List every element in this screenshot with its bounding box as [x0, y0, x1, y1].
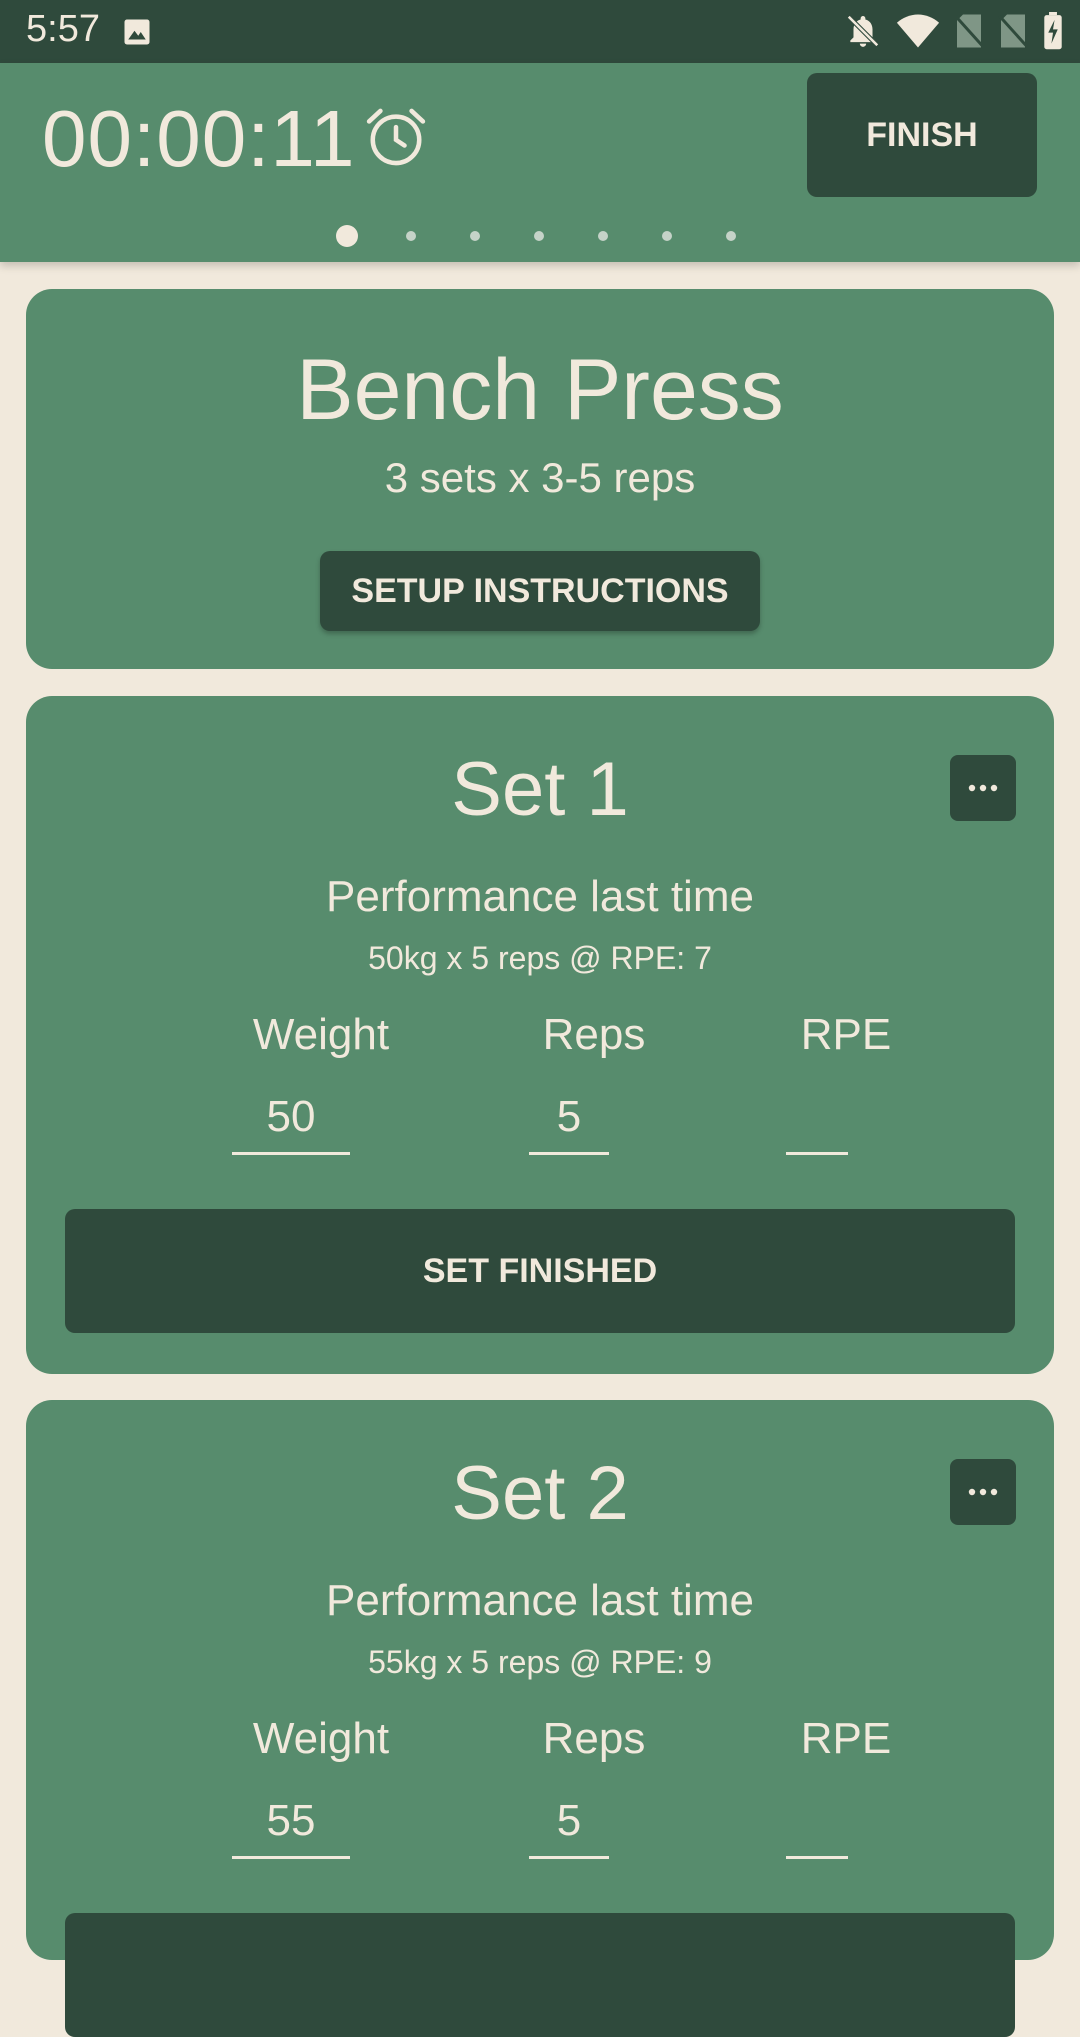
weight-field[interactable]: 55: [232, 1796, 350, 1859]
more-icon: [968, 1488, 998, 1496]
set-options-button[interactable]: [950, 755, 1016, 821]
reps-label: Reps: [542, 1010, 646, 1059]
image-icon: [124, 19, 150, 45]
reps-label: Reps: [542, 1714, 646, 1763]
wifi-icon: [896, 14, 940, 48]
set-title: Set 2: [451, 1451, 629, 1536]
set-card: Set 1 Performance last time 50kg x 5 rep…: [26, 696, 1054, 1374]
performance-value: 50kg x 5 reps @ RPE: 7: [368, 940, 712, 976]
page-dot-active[interactable]: [336, 225, 358, 247]
performance-value: 55kg x 5 reps @ RPE: 9: [368, 1644, 712, 1680]
more-icon: [968, 784, 998, 792]
weight-label: Weight: [252, 1010, 390, 1059]
set-options-button[interactable]: [950, 1459, 1016, 1525]
exercise-card: Bench Press 3 sets x 3-5 reps SETUP INST…: [26, 289, 1054, 669]
setup-instructions-button[interactable]: SETUP INSTRUCTIONS: [320, 551, 760, 631]
page-indicator: [0, 223, 1080, 253]
set-finished-button[interactable]: [65, 1913, 1015, 2037]
finish-workout-button[interactable]: FINISH: [807, 73, 1037, 197]
set-finished-button[interactable]: SET FINISHED: [65, 1209, 1015, 1333]
set-card: Set 2 Performance last time 55kg x 5 rep…: [26, 1400, 1054, 2037]
battery-charging-icon: [1044, 12, 1062, 50]
workout-header: 00:00:11 FINISH: [0, 63, 1080, 262]
reps-field[interactable]: 5: [529, 1796, 609, 1859]
page-dot[interactable]: [470, 231, 480, 241]
notifications-off-icon: [847, 15, 879, 47]
performance-label: Performance last time: [326, 872, 754, 921]
exercise-scheme: 3 sets x 3-5 reps: [384, 454, 696, 501]
status-time: 5:57: [26, 8, 100, 50]
page-dot[interactable]: [534, 231, 544, 241]
rpe-field[interactable]: [786, 1796, 848, 1859]
no-sim-icon: [954, 14, 984, 48]
page-dot[interactable]: [662, 231, 672, 241]
rpe-label: RPE: [800, 1010, 892, 1059]
rpe-field[interactable]: [786, 1092, 848, 1155]
reps-field[interactable]: 5: [529, 1092, 609, 1155]
page-dot[interactable]: [598, 231, 608, 241]
status-bar: 5:57: [0, 0, 1080, 63]
workout-timer: 00:00:11: [42, 94, 356, 183]
page-dot[interactable]: [406, 231, 416, 241]
weight-label: Weight: [252, 1714, 390, 1763]
no-sim-icon: [998, 14, 1028, 48]
set-title: Set 1: [451, 747, 629, 832]
rpe-label: RPE: [800, 1714, 892, 1763]
exercise-name: Bench Press: [296, 342, 784, 438]
performance-label: Performance last time: [326, 1576, 754, 1625]
weight-field[interactable]: 50: [232, 1092, 350, 1155]
alarm-icon[interactable]: [362, 103, 430, 171]
page-dot[interactable]: [726, 231, 736, 241]
